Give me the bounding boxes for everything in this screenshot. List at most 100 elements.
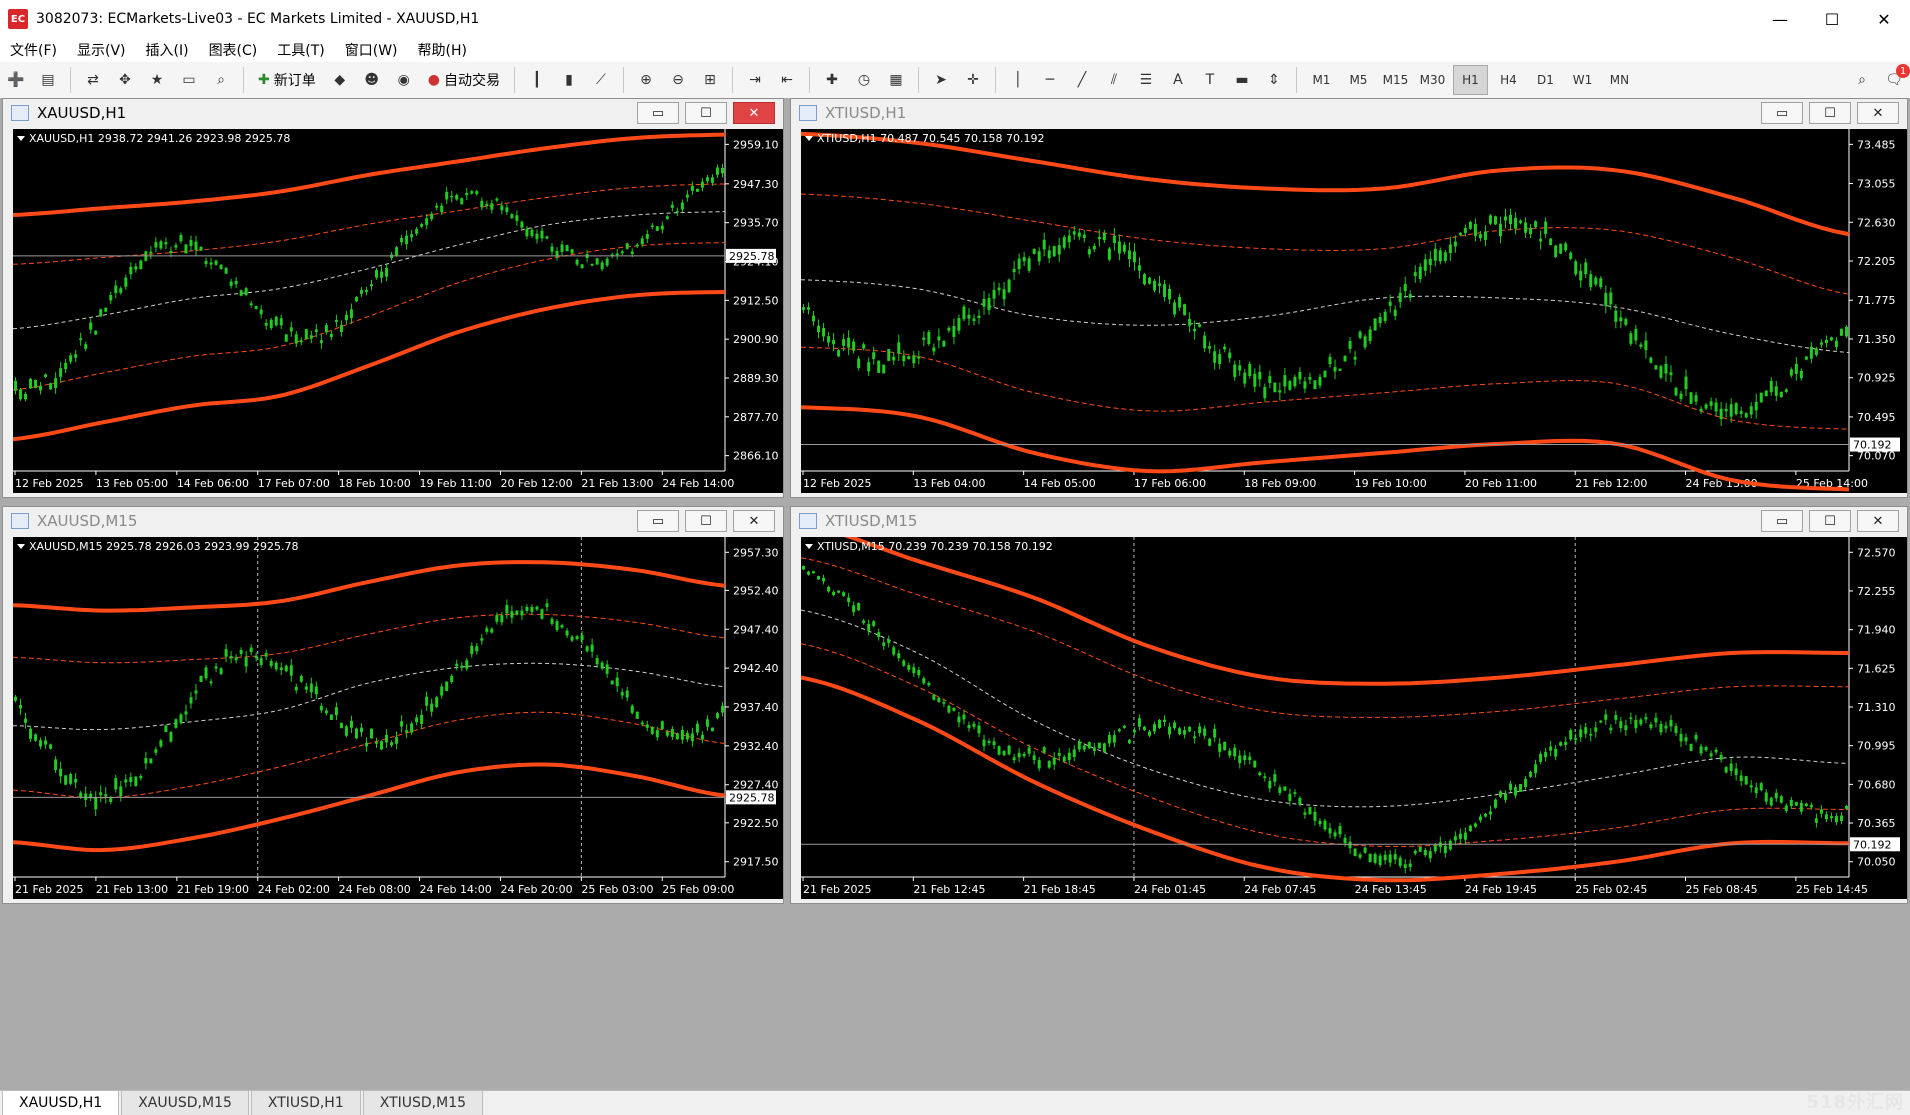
crosshair-icon[interactable]: ✛ — [959, 66, 987, 94]
tf-m15[interactable]: M15 — [1379, 66, 1412, 94]
new-chart-icon[interactable]: ➕ — [2, 66, 30, 94]
chart-window-titlebar[interactable]: XTIUSD,H1 ▭ ☐ ✕ — [791, 99, 1907, 127]
close-button[interactable]: ✕ — [1858, 0, 1910, 38]
price-chart[interactable]: 2957.30 2952.40 2947.40 2942.40 2937.40 2932.… — [13, 537, 783, 899]
chart-window-xauusd-m15[interactable]: XAUUSD,M15 ▭ ☐ ✕ 2957.30 2952.40 2947.40 2942.4… — [2, 506, 784, 904]
candle-body — [1504, 793, 1508, 800]
maximize-button[interactable]: ☐ — [1806, 0, 1858, 38]
chart-maximize-button[interactable]: ☐ — [685, 102, 727, 124]
chart-maximize-button[interactable]: ☐ — [1809, 510, 1851, 532]
chart-close-button[interactable]: ✕ — [733, 510, 775, 532]
chart-minimize-button[interactable]: ▭ — [637, 102, 679, 124]
terminal-icon[interactable]: ▭ — [175, 66, 203, 94]
menu-view[interactable]: 显示(V) — [67, 40, 136, 60]
chart-window-titlebar[interactable]: XAUUSD,H1 ▭ ☐ ✕ — [3, 99, 783, 127]
cursor-icon[interactable]: ➤ — [927, 66, 955, 94]
candle-body — [370, 728, 373, 739]
y-tick-label: 2937.40 — [733, 701, 779, 714]
tf-mn[interactable]: MN — [1603, 66, 1636, 94]
candle-body — [690, 185, 694, 191]
candle-body — [1669, 720, 1673, 727]
templates-icon[interactable]: ▦ — [882, 66, 910, 94]
arrows-icon[interactable]: ⇕ — [1260, 66, 1288, 94]
chart-menu-arrow-icon[interactable] — [17, 544, 25, 549]
menu-tools[interactable]: 工具(T) — [267, 40, 334, 60]
price-chart[interactable]: 73.485 73.055 72.630 72.205 71.775 71.350 70.9… — [801, 129, 1907, 493]
zoom-in-icon[interactable]: ⊕ — [632, 66, 660, 94]
menu-charts[interactable]: 图表(C) — [199, 40, 268, 60]
tab-xtiusd-m15[interactable]: XTIUSD,M15 — [362, 1090, 484, 1115]
chart-menu-arrow-icon[interactable] — [805, 544, 813, 549]
chart-window-xauusd-h1[interactable]: XAUUSD,H1▭☐✕2959.102947.302935.702924.10… — [2, 98, 784, 498]
trendline-icon[interactable]: ╱ — [1068, 66, 1096, 94]
candle-body — [1559, 742, 1563, 746]
bar-chart-icon[interactable]: ┃ — [523, 66, 551, 94]
menu-file[interactable]: 文件(F) — [0, 40, 67, 60]
navigator-icon[interactable]: ★ — [143, 66, 171, 94]
chart-window-titlebar[interactable]: XTIUSD,M15 ▭ ☐ ✕ — [791, 507, 1907, 535]
chart-window-xtiusd-h1[interactable]: XTIUSD,H1 ▭ ☐ ✕ 73.485 73.055 72.630 72.205 71.7… — [790, 98, 1908, 498]
search-icon[interactable]: ⌕ — [1848, 66, 1876, 94]
y-tick-label: 2889.30 — [733, 372, 779, 385]
zoom-out-icon[interactable]: ⊖ — [664, 66, 692, 94]
chart-close-button[interactable]: ✕ — [733, 102, 775, 124]
candle-body — [530, 607, 534, 612]
candle-body — [1032, 755, 1036, 761]
chart-window-xtiusd-m15[interactable]: XTIUSD,M15 ▭ ☐ ✕ 72.570 72.255 71.940 71.625 71.… — [790, 506, 1908, 904]
menu-window[interactable]: 窗口(W) — [335, 40, 408, 60]
fibonacci-icon[interactable]: ☰ — [1132, 66, 1160, 94]
tf-m5[interactable]: M5 — [1342, 66, 1375, 94]
tile-windows-icon[interactable]: ⊞ — [696, 66, 724, 94]
menu-insert[interactable]: 插入(I) — [136, 40, 199, 60]
tab-xtiusd-h1[interactable]: XTIUSD,H1 — [250, 1090, 361, 1115]
chart-window-titlebar[interactable]: XAUUSD,M15 ▭ ☐ ✕ — [3, 507, 783, 535]
auto-trading-button[interactable]: ● 自动交易 — [422, 66, 506, 94]
chart-shift-icon[interactable]: ⇤ — [773, 66, 801, 94]
tab-xauusd-h1[interactable]: XAUUSD,H1 — [2, 1090, 120, 1115]
chart-close-button[interactable]: ✕ — [1857, 102, 1899, 124]
text-icon[interactable]: A — [1164, 66, 1192, 94]
chart-minimize-button[interactable]: ▭ — [1761, 102, 1803, 124]
strategy-tester-icon[interactable]: ⌕ — [207, 66, 235, 94]
tf-m1[interactable]: M1 — [1305, 66, 1338, 94]
chart-maximize-button[interactable]: ☐ — [1809, 102, 1851, 124]
periods-icon[interactable]: ◷ — [850, 66, 878, 94]
chart-close-button[interactable]: ✕ — [1857, 510, 1899, 532]
tf-w1[interactable]: W1 — [1566, 66, 1599, 94]
channel-icon[interactable]: ⫽ — [1100, 66, 1128, 94]
rectangle-icon[interactable]: ▬ — [1228, 66, 1256, 94]
candlestick-icon[interactable]: ▮ — [555, 66, 583, 94]
market-icon[interactable]: ◉ — [390, 66, 418, 94]
indicators-icon[interactable]: ✚ — [818, 66, 846, 94]
tf-d1[interactable]: D1 — [1529, 66, 1562, 94]
tf-m30[interactable]: M30 — [1416, 66, 1449, 94]
candle-body — [485, 203, 489, 206]
signals-icon[interactable]: ☻ — [358, 66, 386, 94]
text-label-icon[interactable]: T — [1196, 66, 1224, 94]
profiles-icon[interactable]: ▤ — [34, 66, 62, 94]
autoscroll-icon[interactable]: ⇥ — [741, 66, 769, 94]
candle-body — [364, 290, 368, 292]
minimize-button[interactable]: — — [1754, 0, 1806, 38]
chart-minimize-button[interactable]: ▭ — [1761, 510, 1803, 532]
price-chart[interactable]: 72.570 72.255 71.940 71.625 71.310 70.995 70.6… — [801, 537, 1907, 899]
metaeditor-icon[interactable]: ◆ — [326, 66, 354, 94]
market-watch-icon[interactable]: ⇄ — [79, 66, 107, 94]
chart-minimize-button[interactable]: ▭ — [637, 510, 679, 532]
line-chart-icon[interactable]: ⟋ — [587, 66, 615, 94]
candle-body — [897, 342, 901, 354]
tf-h1[interactable]: H1 — [1452, 65, 1488, 95]
notification-icon[interactable]: 🗨 1 — [1880, 64, 1910, 94]
chart-menu-arrow-icon[interactable] — [805, 136, 813, 141]
price-chart[interactable]: 2959.102947.302935.702924.102912.502900.… — [13, 129, 783, 493]
horizontal-line-icon[interactable]: ─ — [1036, 66, 1064, 94]
chart-menu-arrow-icon[interactable] — [17, 136, 25, 141]
tf-h4[interactable]: H4 — [1492, 66, 1525, 94]
new-order-button[interactable]: ✚ 新订单 — [252, 66, 322, 94]
vertical-line-icon[interactable]: │ — [1004, 66, 1032, 94]
candle-body — [1844, 805, 1848, 809]
chart-maximize-button[interactable]: ☐ — [685, 510, 727, 532]
tab-xauusd-m15[interactable]: XAUUSD,M15 — [121, 1090, 249, 1115]
menu-help[interactable]: 帮助(H) — [408, 40, 477, 60]
data-window-icon[interactable]: ✥ — [111, 66, 139, 94]
